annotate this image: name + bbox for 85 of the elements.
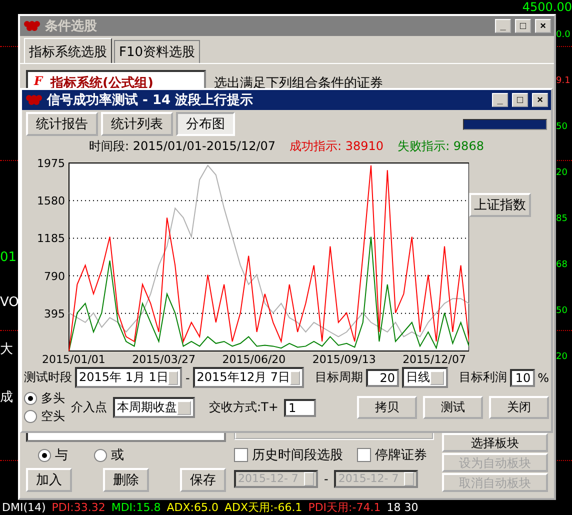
axis-label: 0.0 (556, 30, 572, 40)
date-field[interactable]: 2015年 1月 1日 (75, 367, 182, 388)
indicator-label: 01 (0, 250, 18, 265)
fail-count: 失败指示: 9868 (398, 138, 484, 155)
profit-input[interactable]: 10 (510, 368, 535, 386)
success-count: 成功指示: 38910 (290, 138, 384, 155)
action-button[interactable]: 拷贝 (357, 396, 417, 419)
radio-button[interactable] (94, 448, 107, 462)
logo-icon (23, 20, 41, 32)
list-button[interactable]: 加入 (26, 468, 72, 492)
y-tick-label: 1185 (37, 232, 65, 246)
period-input[interactable]: 20 (366, 368, 399, 386)
x-tick-label: 2015/09/13 (312, 353, 376, 367)
list-button[interactable]: 保存 (180, 468, 226, 492)
indicator-value: ADX天用:-66.1 (224, 500, 302, 515)
window-control[interactable]: _ (492, 93, 508, 107)
checkbox[interactable] (357, 448, 371, 462)
index-button[interactable]: 上证指数 (469, 193, 531, 217)
y-tick-label: 1975 (37, 157, 65, 170)
y-tick-label: 395 (44, 307, 65, 320)
axis-label: 20 (556, 168, 568, 178)
percent-sign: % (538, 370, 549, 384)
window-control[interactable]: × (532, 93, 548, 107)
indicator-value: ADX:65.0 (166, 501, 218, 514)
radio-label: 或 (111, 447, 124, 464)
radio-button[interactable] (24, 410, 37, 423)
field-label: 目标利润 (458, 369, 507, 386)
indicator-value: DMI(14) (2, 501, 46, 514)
formula-icon: F (34, 74, 43, 88)
axis-label: 85 (556, 214, 568, 224)
axis-label: 50 (556, 306, 568, 316)
tab[interactable]: 指标系统选股 (24, 38, 112, 63)
window-control[interactable]: × (535, 19, 551, 33)
indicator-label: 大 (0, 341, 14, 358)
period-text: 时间段: 2015/01/01-2015/12/07 (89, 138, 276, 155)
radio-label: 多头 (41, 390, 65, 407)
unit-dropdown[interactable]: 日线 (402, 367, 448, 388)
window-control[interactable]: □ (512, 93, 528, 107)
window-control[interactable]: □ (515, 19, 531, 33)
block-button[interactable]: 选择板块 (442, 433, 548, 452)
field-label: 测试时段 (24, 369, 72, 386)
radio-button[interactable] (38, 448, 51, 462)
indicator-value: MDI:15.8 (111, 501, 161, 514)
checkbox-label: 历史时间段选股 (252, 447, 343, 464)
settlement-input[interactable]: 1 (284, 398, 316, 416)
field-label: 目标周期 (315, 369, 364, 386)
range-separator: - (185, 370, 190, 384)
y-tick-label: 1580 (37, 194, 65, 208)
indicator-label: 成 (0, 389, 14, 406)
action-button[interactable]: 测试 (423, 396, 483, 419)
axis-label: 68 (556, 260, 568, 270)
x-tick-label: 2015/01/01 (42, 353, 106, 367)
x-tick-label: 2015/06/20 (222, 353, 286, 367)
window-title: 信号成功率测试 - 14 波段上行提示 (47, 92, 254, 109)
field-label: 交收方式:T+ (209, 399, 278, 416)
tree-item[interactable]: 指标系统(公式组) (50, 74, 154, 92)
window-control[interactable]: _ (495, 19, 511, 33)
y-tick-label: 790 (44, 270, 65, 283)
radio-label: 与 (55, 447, 68, 464)
action-button[interactable]: 关闭 (489, 396, 549, 419)
entry-dropdown[interactable]: 本周期收盘 (113, 397, 195, 418)
price-label: 4500.00 (522, 0, 572, 14)
list-button[interactable]: 删除 (103, 468, 149, 492)
date-field[interactable]: 2015年12月 7日 (192, 367, 304, 388)
field-label: 介入点 (71, 399, 107, 416)
radio-label: 空头 (41, 408, 65, 425)
view-button[interactable]: 分布图 (176, 112, 235, 136)
x-tick-label: 2015/12/07 (402, 353, 466, 367)
axis-label: 20 (556, 352, 568, 362)
x-tick-label: 2015/03/27 (132, 353, 196, 367)
indicator-label: VO (0, 295, 18, 310)
indicator-value: PDI:33.32 (52, 501, 106, 514)
checkbox[interactable] (234, 448, 248, 462)
axis-label: 9.1 (556, 76, 572, 86)
logo-icon (25, 94, 43, 106)
checkbox-label: 停牌证券 (375, 447, 427, 464)
window-title: 条件选股 (45, 18, 98, 35)
view-button[interactable]: 统计列表 (101, 112, 173, 136)
date-separator: - (324, 472, 328, 486)
indicator-value: PDI天用:-74.1 (308, 500, 381, 515)
indicator-value: 18 30 (386, 501, 418, 514)
radio-button[interactable] (24, 392, 37, 405)
view-button[interactable]: 统计报告 (26, 112, 98, 136)
axis-label: 50 (556, 122, 568, 132)
tab[interactable]: F10资料选股 (114, 40, 200, 63)
